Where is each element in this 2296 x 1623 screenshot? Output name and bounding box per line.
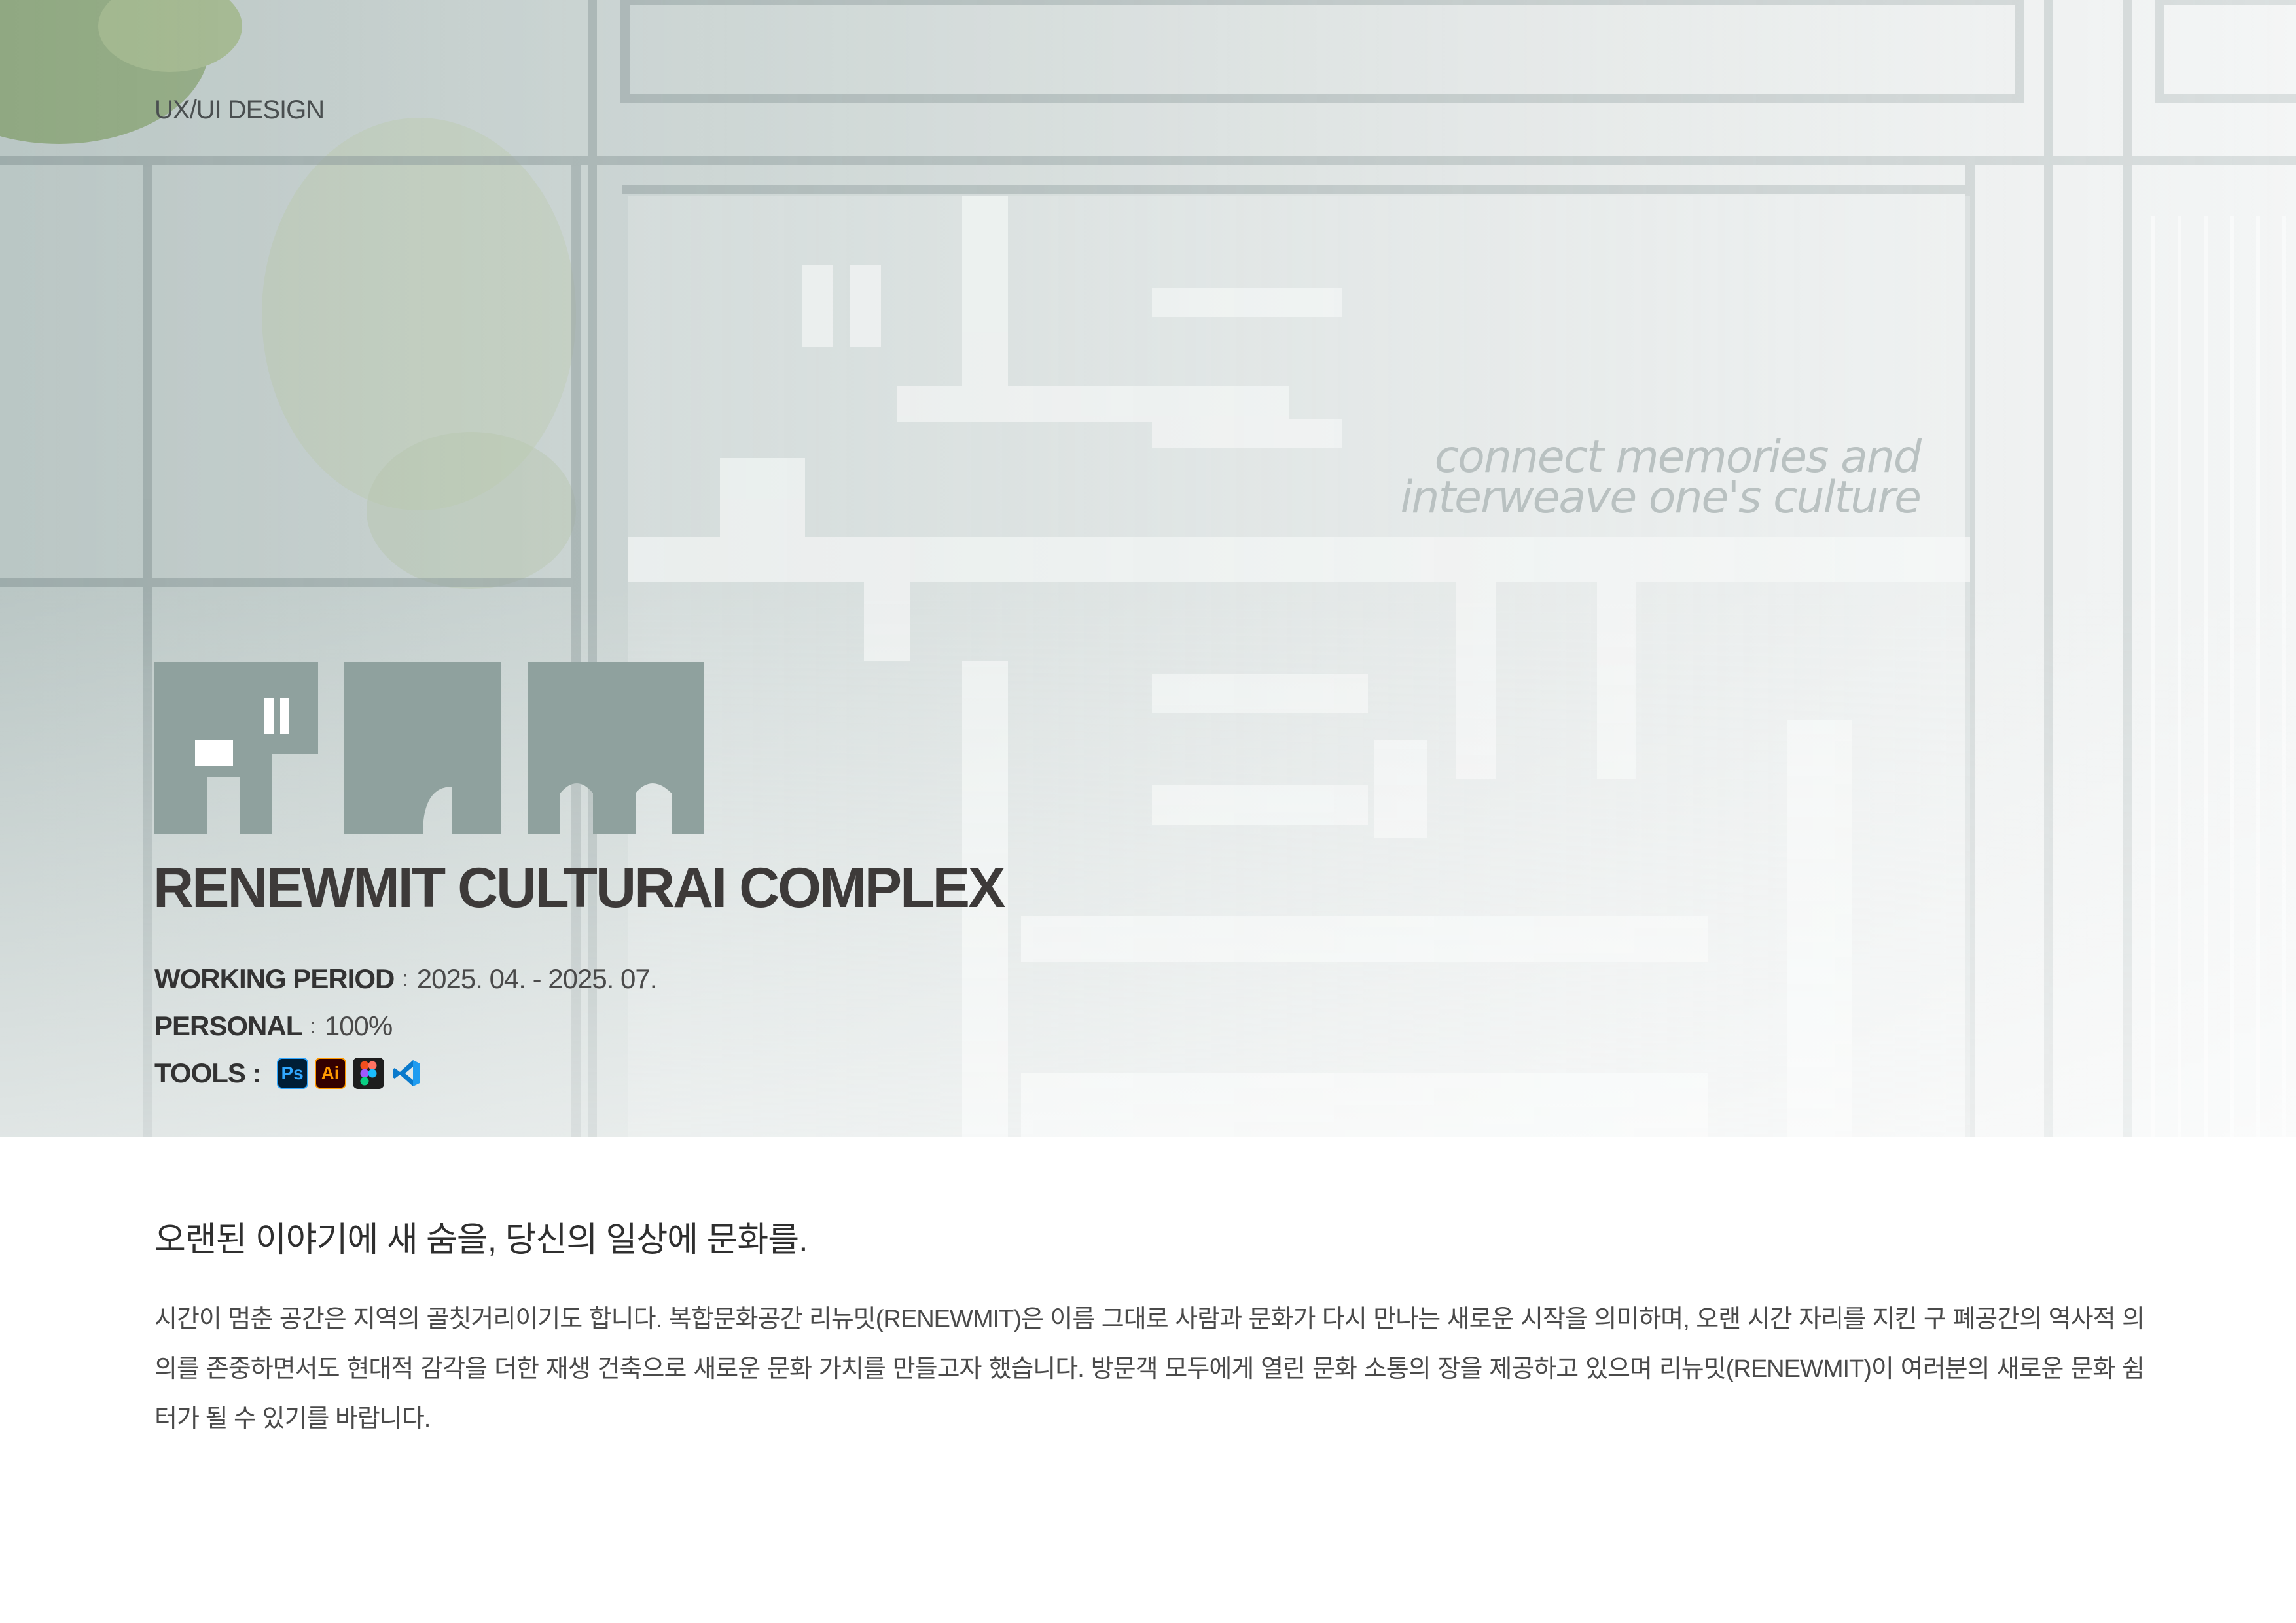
- personal-value: 100%: [324, 1010, 393, 1041]
- intro-description: 시간이 멈춘 공간은 지역의 골칫거리이기도 합니다. 복합문화공간 리뉴밋(R…: [154, 1306, 2145, 1433]
- tools-label: TOOLS :: [154, 1058, 262, 1088]
- photoshop-icon: Ps: [276, 1058, 308, 1089]
- working-period-row: WORKING PERIOD : 2025. 04. - 2025. 07.: [154, 959, 658, 999]
- category-label: UX/UI DESIGN: [154, 96, 325, 124]
- tools-row: TOOLS : Ps Ai: [154, 1054, 429, 1093]
- illustrator-icon: Ai: [314, 1058, 346, 1089]
- tagline-line-2: interweave one's culture: [1400, 472, 1922, 524]
- figma-icon: [352, 1058, 384, 1089]
- separator: :: [310, 1013, 316, 1039]
- project-title: RENEWMIT CULTURAI COMPLEX: [153, 857, 1005, 919]
- renewmit-logo: [154, 662, 704, 834]
- intro-headline: 오랜된 이야기에 새 숨을, 당신의 일상에 문화를.: [154, 1221, 808, 1259]
- working-period-value: 2025. 04. - 2025. 07.: [416, 963, 658, 994]
- vscode-icon: [391, 1058, 422, 1089]
- separator: :: [402, 966, 408, 991]
- hero-section: UX/UI DESIGN connect memories and interw…: [0, 0, 2296, 1137]
- personal-row: PERSONAL : 100%: [154, 1007, 393, 1046]
- personal-label: PERSONAL: [154, 1010, 302, 1041]
- tagline: connect memories and interweave one's cu…: [1266, 435, 1922, 524]
- working-period-label: WORKING PERIOD: [154, 963, 395, 994]
